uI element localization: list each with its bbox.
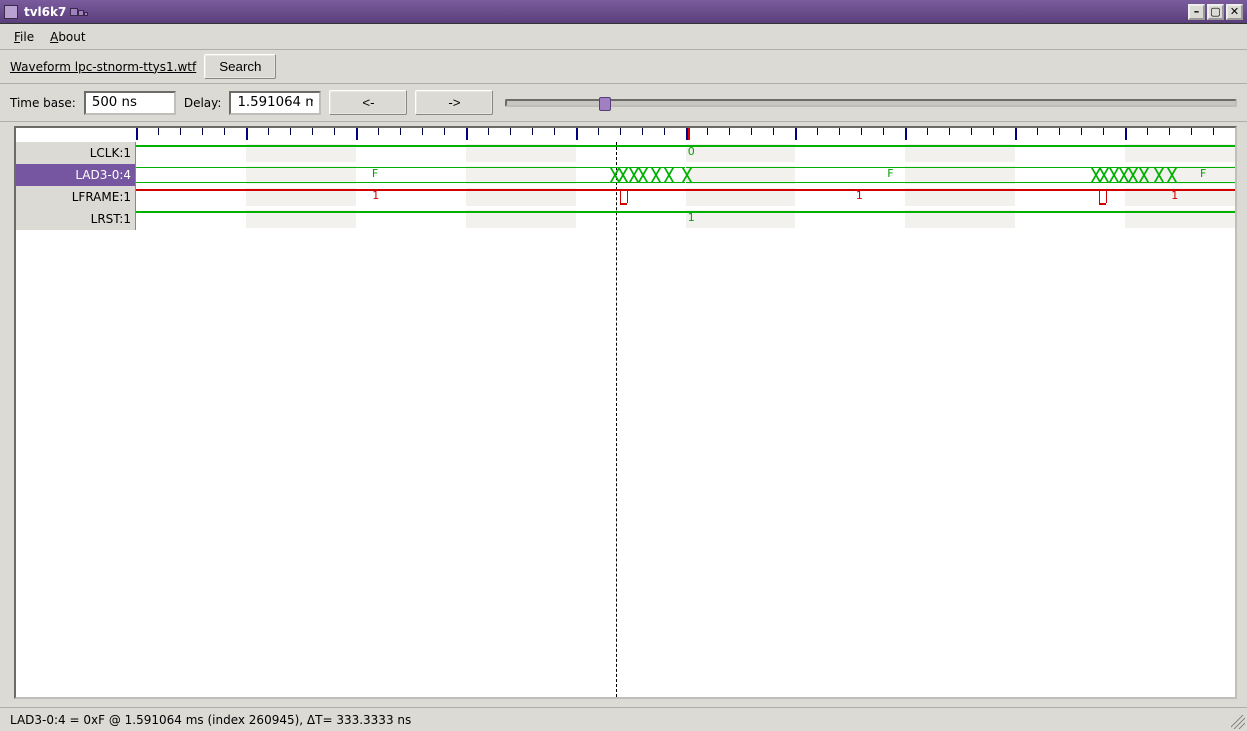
resize-grip-icon[interactable] bbox=[1231, 715, 1245, 729]
bus-value: F bbox=[1200, 167, 1206, 180]
signal-waveform[interactable]: FFF bbox=[136, 164, 1235, 186]
signal-value: 1 bbox=[856, 189, 863, 202]
title-decoration bbox=[70, 8, 88, 16]
signal-label[interactable]: LAD3-0:4 bbox=[16, 164, 136, 186]
app-icon bbox=[4, 5, 18, 19]
bus-value: F bbox=[887, 167, 893, 180]
window-title: tvl6k7 bbox=[24, 5, 66, 19]
title-bar: tvl6k7 – ▢ ✕ bbox=[0, 0, 1247, 24]
signal-waveform[interactable]: 0 bbox=[136, 142, 1235, 164]
menu-bar: File About bbox=[0, 24, 1247, 50]
time-slider[interactable] bbox=[505, 99, 1237, 107]
signal-value: 1 bbox=[1171, 189, 1178, 202]
toolbar-file: Waveform lpc-stnorm-ttys1.wtf Search bbox=[0, 50, 1247, 84]
signal-waveform[interactable]: 1 bbox=[136, 208, 1235, 230]
maximize-button[interactable]: ▢ bbox=[1207, 4, 1224, 20]
center-marker bbox=[688, 128, 690, 140]
timebase-input[interactable] bbox=[84, 91, 176, 115]
signal-value: 0 bbox=[688, 145, 695, 158]
delay-label: Delay: bbox=[184, 96, 222, 110]
menu-about[interactable]: About bbox=[42, 26, 94, 48]
delay-input[interactable] bbox=[229, 91, 321, 115]
waveform-file-link[interactable]: Waveform lpc-stnorm-ttys1.wtf bbox=[10, 60, 196, 74]
signal-waveform[interactable]: 1 1 1 bbox=[136, 186, 1235, 208]
signal-row[interactable]: LRST:1 1 bbox=[16, 208, 1235, 230]
signal-value: 1 bbox=[688, 211, 695, 224]
search-button[interactable]: Search bbox=[204, 54, 276, 79]
status-text: LAD3-0:4 = 0xF @ 1.591064 ms (index 2609… bbox=[10, 713, 411, 727]
signal-label[interactable]: LRST:1 bbox=[16, 208, 136, 230]
timebase-label: Time base: bbox=[10, 96, 76, 110]
close-button[interactable]: ✕ bbox=[1226, 4, 1243, 20]
toolbar-controls: Time base: Delay: <- -> bbox=[0, 84, 1247, 122]
signal-row[interactable]: LAD3-0:4 F F F bbox=[16, 164, 1235, 186]
signal-label[interactable]: LCLK:1 bbox=[16, 142, 136, 164]
status-bar: LAD3-0:4 = 0xF @ 1.591064 ms (index 2609… bbox=[0, 707, 1247, 731]
waveform-area: LCLK:1 0 LAD3-0:4 F F F LFRAME:1 1 1 1 LRST:1 1 bbox=[0, 122, 1247, 707]
next-button[interactable]: -> bbox=[415, 90, 493, 115]
bus-value: F bbox=[372, 167, 378, 180]
minimize-button[interactable]: – bbox=[1188, 4, 1205, 20]
prev-button[interactable]: <- bbox=[329, 90, 407, 115]
slider-thumb[interactable] bbox=[599, 97, 611, 111]
signal-label[interactable]: LFRAME:1 bbox=[16, 186, 136, 208]
signal-row[interactable]: LFRAME:1 1 1 1 bbox=[16, 186, 1235, 208]
menu-file[interactable]: File bbox=[6, 26, 42, 48]
waveform-canvas[interactable]: LCLK:1 0 LAD3-0:4 F F F LFRAME:1 1 1 1 LRST:1 1 bbox=[14, 126, 1237, 699]
signal-row[interactable]: LCLK:1 0 bbox=[16, 142, 1235, 164]
signal-value: 1 bbox=[372, 189, 379, 202]
time-ruler bbox=[16, 128, 1235, 142]
